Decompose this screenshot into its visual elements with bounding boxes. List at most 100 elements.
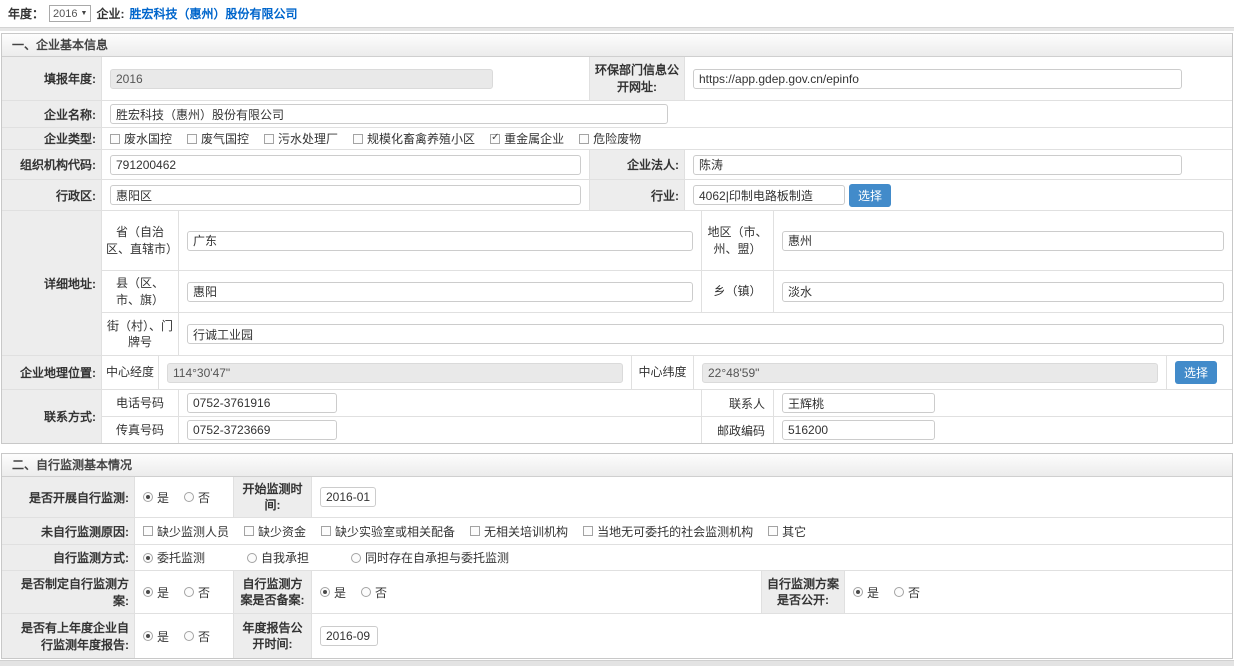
region-label: 地区（市、州、盟） [702, 211, 774, 270]
env-url-label: 环保部门信息公开网址: [590, 57, 685, 100]
row-report-year: 填报年度: 环保部门信息公开网址: [2, 57, 1232, 101]
row-company-type: 企业类型: 废水国控 废气国控 污水处理厂 规模化畜禽养殖小区 重金属企业 危险… [2, 128, 1232, 150]
report-time-label: 年度报告公开时间: [234, 614, 312, 658]
sewage-plant-checkbox[interactable] [264, 134, 274, 144]
org-code-label: 组织机构代码: [2, 150, 102, 179]
phone-field[interactable] [187, 393, 337, 413]
plan-filed-no-radio[interactable] [361, 587, 371, 597]
row-monitor-mode: 自行监测方式: 委托监测 自我承担 同时存在自承担与委托监测 [2, 545, 1232, 571]
latitude-field [702, 363, 1158, 383]
district-label: 行政区: [2, 180, 102, 210]
longitude-label: 中心经度 [102, 356, 159, 389]
start-time-field[interactable] [320, 487, 376, 507]
row-plan: 是否制定自行监测方案: 是 否 自行监测方案是否备案: 是 否 自行监测方案是否… [2, 571, 1232, 614]
mode-entrusted-radio[interactable] [143, 553, 153, 563]
plan-filed-yes-radio[interactable] [320, 587, 330, 597]
industry-label: 行业: [590, 180, 685, 210]
row-annual-report: 是否有上年度企业自行监测年度报告: 是 否 年度报告公开时间: [2, 614, 1232, 658]
legal-person-label: 企业法人: [590, 150, 685, 179]
reason-no-funds-checkbox[interactable] [244, 526, 254, 536]
has-plan-label: 是否制定自行监测方案: [2, 571, 135, 613]
row-org-code: 组织机构代码: 企业法人: [2, 150, 1232, 180]
year-select-value: 2016 [53, 8, 77, 20]
legal-person-field[interactable] [693, 155, 1182, 175]
type-option-livestock: 规模化畜禽养殖小区 [353, 130, 475, 147]
phone-label: 电话号码 [102, 390, 179, 416]
company-name-field[interactable] [110, 104, 668, 124]
type-option-gas: 废气国控 [187, 130, 249, 147]
geo-label: 企业地理位置: [2, 356, 102, 389]
street-field[interactable] [187, 324, 1224, 344]
section2-header: 二、自行监测基本情况 [2, 454, 1232, 477]
province-field[interactable] [187, 231, 693, 251]
company-name: 胜宏科技（惠州）股份有限公司 [129, 5, 297, 22]
divider [0, 27, 1234, 31]
company-type-label: 企业类型: [2, 128, 102, 149]
row-company-name: 企业名称: [2, 101, 1232, 128]
year-label: 年度： [8, 5, 44, 22]
county-label: 县（区、市、旗） [102, 271, 179, 312]
row-self-monitor: 是否开展自行监测: 是 否 开始监测时间: [2, 477, 1232, 518]
has-plan-no-radio[interactable] [184, 587, 194, 597]
self-monitor-no-radio[interactable] [184, 492, 194, 502]
report-year-label: 填报年度: [2, 57, 102, 100]
row-address: 详细地址: 省（自治区、直辖市） 地区（市、州、盟） 县（区、市、旗） 乡（镇） [2, 211, 1232, 356]
mode-self-radio[interactable] [247, 553, 257, 563]
county-field[interactable] [187, 282, 693, 302]
plan-public-yes-radio[interactable] [853, 587, 863, 597]
self-monitor-yes-radio[interactable] [143, 492, 153, 502]
has-report-yes-radio[interactable] [143, 631, 153, 641]
reason-no-lab-checkbox[interactable] [321, 526, 331, 536]
reason-no-staff-checkbox[interactable] [143, 526, 153, 536]
longitude-field [167, 363, 623, 383]
region-field[interactable] [782, 231, 1224, 251]
company-label: 企业: [96, 5, 124, 22]
contact-person-field[interactable] [782, 393, 935, 413]
type-option-wastewater: 废水国控 [110, 130, 172, 147]
industry-field[interactable] [693, 185, 845, 205]
zip-label: 邮政编码 [702, 417, 774, 443]
district-field[interactable] [110, 185, 581, 205]
fax-label: 传真号码 [102, 417, 179, 443]
row-geo: 企业地理位置: 中心经度 中心纬度 选择 [2, 356, 1232, 390]
geo-select-button[interactable]: 选择 [1175, 361, 1217, 384]
reason-no-agency-checkbox[interactable] [583, 526, 593, 536]
livestock-checkbox[interactable] [353, 134, 363, 144]
row-district: 行政区: 行业: 选择 [2, 180, 1232, 211]
has-plan-yes-radio[interactable] [143, 587, 153, 597]
contact-subrow-phone: 电话号码 联系人 [102, 390, 1232, 417]
year-select[interactable]: 2016 ▼ [49, 5, 91, 22]
address-label: 详细地址: [2, 211, 102, 355]
report-year-field [110, 69, 493, 89]
start-time-label: 开始监测时间: [234, 477, 312, 517]
row-no-monitor-reason: 未自行监测原因: 缺少监测人员 缺少资金 缺少实验室或相关配备 无相关培训机构 … [2, 518, 1232, 545]
monitor-mode-label: 自行监测方式: [2, 545, 135, 570]
reason-other-checkbox[interactable] [768, 526, 778, 536]
no-monitor-reason-label: 未自行监测原因: [2, 518, 135, 544]
mode-both-radio[interactable] [351, 553, 361, 563]
town-label: 乡（镇） [702, 271, 774, 312]
street-label: 街（村）、门牌号 [102, 313, 179, 355]
self-monitor-label: 是否开展自行监测: [2, 477, 135, 517]
gas-checkbox[interactable] [187, 134, 197, 144]
plan-filed-label: 自行监测方案是否备案: [234, 571, 312, 613]
report-time-field[interactable] [320, 626, 378, 646]
plan-public-no-radio[interactable] [894, 587, 904, 597]
plan-public-label: 自行监测方案是否公开: [762, 571, 845, 613]
heavy-metal-checkbox[interactable] [490, 134, 500, 144]
contact-subrow-fax: 传真号码 邮政编码 [102, 417, 1232, 443]
hazardous-waste-checkbox[interactable] [579, 134, 589, 144]
fax-field[interactable] [187, 420, 337, 440]
industry-select-button[interactable]: 选择 [849, 184, 891, 207]
address-subrow-province: 省（自治区、直辖市） 地区（市、州、盟） [102, 211, 1232, 271]
has-report-no-radio[interactable] [184, 631, 194, 641]
reason-no-training-checkbox[interactable] [470, 526, 480, 536]
town-field[interactable] [782, 282, 1224, 302]
chevron-down-icon: ▼ [81, 10, 88, 17]
wastewater-checkbox[interactable] [110, 134, 120, 144]
row-contact: 联系方式: 电话号码 联系人 传真号码 邮政编码 [2, 390, 1232, 443]
org-code-field[interactable] [110, 155, 581, 175]
zip-field[interactable] [782, 420, 935, 440]
province-label: 省（自治区、直辖市） [102, 211, 179, 270]
env-url-field[interactable] [693, 69, 1182, 89]
